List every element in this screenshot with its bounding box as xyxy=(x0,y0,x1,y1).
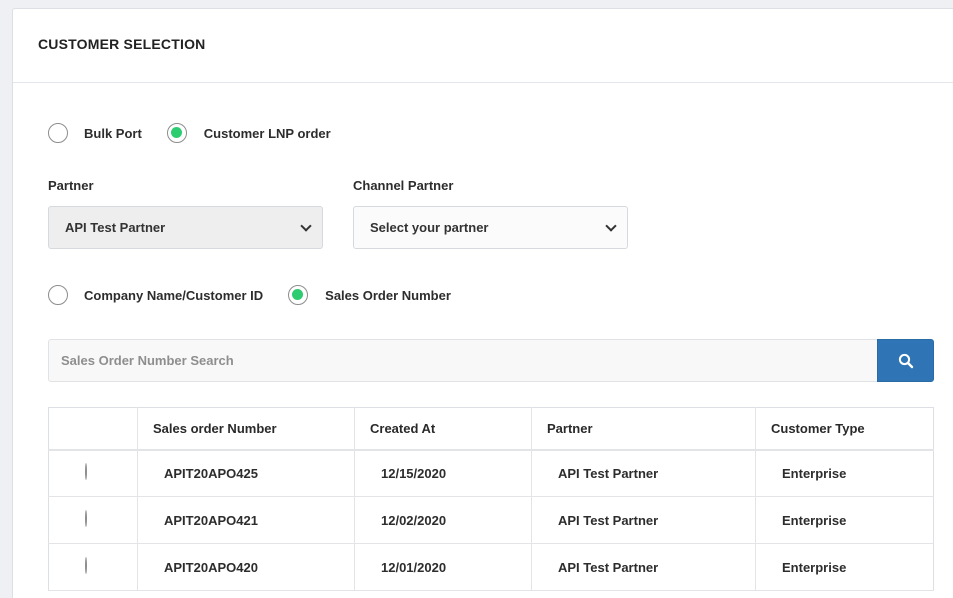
sales-order-number-cell: APIT20APO421 xyxy=(137,496,355,544)
radio-customer-lnp-order-label[interactable]: Customer LNP order xyxy=(204,126,331,141)
radio-bulk-port[interactable] xyxy=(48,123,68,143)
radio-sales-order-number-label[interactable]: Sales Order Number xyxy=(325,288,451,303)
sales-order-search xyxy=(48,339,934,382)
sales-order-number-cell: APIT20APO425 xyxy=(137,449,355,497)
partner-select-value: API Test Partner xyxy=(65,220,166,235)
table-header-row: Sales order Number Created At Partner Cu… xyxy=(48,407,934,451)
chevron-down-icon xyxy=(300,219,312,232)
search-button[interactable] xyxy=(877,339,934,382)
radio-sales-order-number[interactable] xyxy=(288,285,309,305)
table-row[interactable]: APIT20APO425 12/15/2020 API Test Partner… xyxy=(48,449,934,497)
column-header-partner[interactable]: Partner xyxy=(531,407,756,451)
row-select-radio[interactable] xyxy=(85,509,87,527)
created-at-cell: 12/02/2020 xyxy=(354,496,532,544)
row-select-cell xyxy=(48,543,138,591)
column-header-select xyxy=(48,407,138,451)
row-select-cell xyxy=(48,496,138,544)
column-header-sales-order-number[interactable]: Sales order Number xyxy=(137,407,355,451)
channel-partner-select-value: Select your partner xyxy=(370,220,489,235)
customer-type-cell: Enterprise xyxy=(755,496,934,544)
sales-order-table: Sales order Number Created At Partner Cu… xyxy=(48,407,934,591)
search-icon xyxy=(898,353,913,368)
partner-cell: API Test Partner xyxy=(531,449,756,497)
column-header-created-at[interactable]: Created At xyxy=(354,407,532,451)
customer-selection-card: CUSTOMER SELECTION Bulk Port Customer LN… xyxy=(12,8,953,598)
row-select-radio[interactable] xyxy=(85,556,87,574)
customer-type-cell: Enterprise xyxy=(755,449,934,497)
created-at-cell: 12/15/2020 xyxy=(354,449,532,497)
order-type-group: Bulk Port Customer LNP order xyxy=(48,123,331,143)
radio-company-name-customer-id-label[interactable]: Company Name/Customer ID xyxy=(84,288,263,303)
created-at-cell: 12/01/2020 xyxy=(354,543,532,591)
search-by-group: Company Name/Customer ID Sales Order Num… xyxy=(48,285,451,305)
partner-cell: API Test Partner xyxy=(531,496,756,544)
sales-order-search-input[interactable] xyxy=(48,339,878,382)
row-select-cell xyxy=(48,449,138,497)
table-row[interactable]: APIT20APO421 12/02/2020 API Test Partner… xyxy=(48,496,934,544)
card-header: CUSTOMER SELECTION xyxy=(13,9,953,83)
chevron-down-icon xyxy=(605,219,617,232)
column-header-customer-type[interactable]: Customer Type xyxy=(755,407,934,451)
page-title: CUSTOMER SELECTION xyxy=(38,36,206,52)
partner-label: Partner xyxy=(48,178,94,193)
channel-partner-label: Channel Partner xyxy=(353,178,454,193)
row-select-radio[interactable] xyxy=(85,462,87,480)
partner-cell: API Test Partner xyxy=(531,543,756,591)
customer-type-cell: Enterprise xyxy=(755,543,934,591)
sales-order-number-cell: APIT20APO420 xyxy=(137,543,355,591)
channel-partner-select[interactable]: Select your partner xyxy=(353,206,628,249)
radio-company-name-customer-id[interactable] xyxy=(48,285,68,305)
radio-bulk-port-label[interactable]: Bulk Port xyxy=(84,126,142,141)
table-row[interactable]: APIT20APO420 12/01/2020 API Test Partner… xyxy=(48,543,934,591)
partner-select[interactable]: API Test Partner xyxy=(48,206,323,249)
radio-customer-lnp-order[interactable] xyxy=(166,123,187,143)
